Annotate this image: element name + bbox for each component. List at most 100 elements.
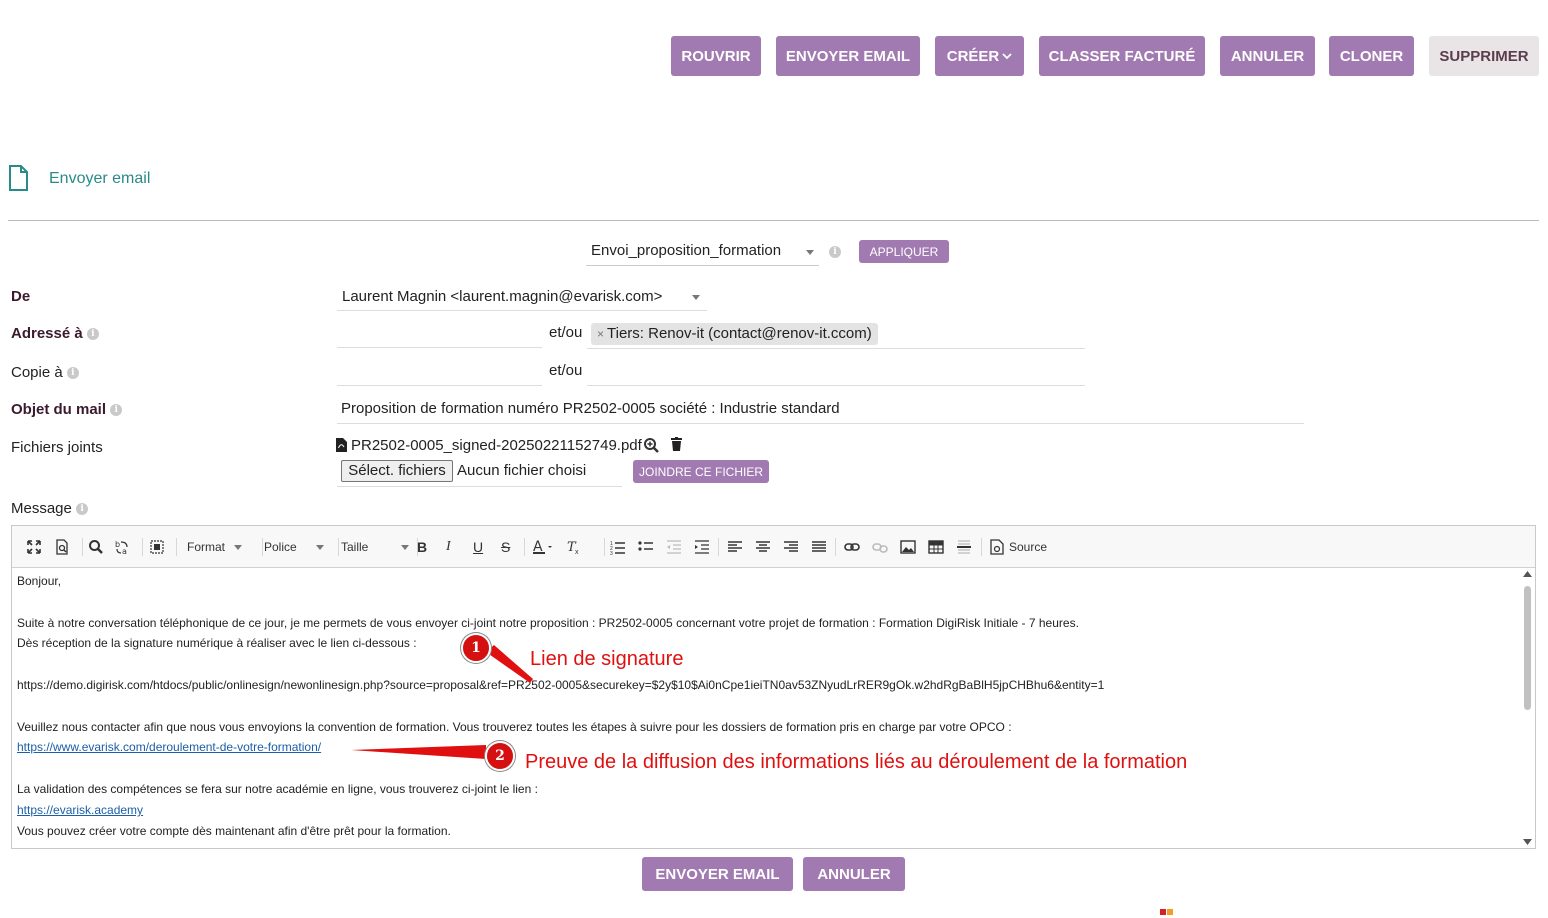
cancel-bottom-button[interactable]: ANNULER [803, 857, 905, 891]
find-icon[interactable] [88, 538, 104, 556]
dropdown-caret-icon [234, 544, 243, 550]
subject-input[interactable]: Proposition de formation numéro PR2502-0… [341, 400, 840, 417]
to-free-input[interactable] [337, 347, 542, 348]
subject-underline [337, 423, 1304, 424]
maximize-icon[interactable] [26, 538, 42, 556]
source-icon [990, 539, 1004, 555]
remove-format-icon[interactable]: Tx [566, 538, 582, 556]
to-label: Adressé à [11, 325, 83, 342]
toolbar-separator [176, 538, 177, 556]
recipient-tag[interactable]: × Tiers: Renov-it (contact@renov-it.ccom) [591, 323, 878, 345]
dropdown-caret-icon [806, 250, 814, 255]
message-line: Dès réception de la signature numérique … [17, 636, 417, 650]
select-all-icon[interactable] [149, 538, 165, 556]
toolbar-separator [262, 538, 263, 556]
files-label: Fichiers joints [11, 439, 103, 456]
cancel-top-button[interactable]: ANNULER [1220, 36, 1315, 76]
unlink-icon[interactable] [872, 538, 888, 556]
template-select[interactable]: Envoi_proposition_formation [586, 240, 819, 266]
strikethrough-icon[interactable]: S [501, 538, 510, 556]
classify-invoiced-button[interactable]: CLASSER FACTURÉ [1039, 36, 1205, 76]
create-dropdown-button[interactable]: CRÉER [935, 36, 1024, 76]
italic-icon[interactable]: I [446, 538, 451, 556]
svg-text:b: b [115, 540, 120, 549]
from-underline [337, 310, 707, 311]
message-line: Veuillez nous contacter afin que nous vo… [17, 720, 1012, 734]
delete-file-trash-icon[interactable] [671, 437, 682, 451]
justify-icon[interactable] [811, 538, 827, 556]
font-dropdown[interactable]: Police [264, 538, 324, 556]
svg-text:3: 3 [610, 551, 613, 555]
annotation-badge-1: 1 [461, 633, 491, 663]
indent-icon[interactable] [694, 538, 710, 556]
cc-and-or: et/ou [549, 362, 583, 379]
remove-tag-icon[interactable]: × [597, 327, 604, 341]
send-email-bottom-button[interactable]: ENVOYER EMAIL [642, 857, 793, 891]
page-title: Envoyer email [49, 170, 151, 187]
numbered-list-icon[interactable]: 123 [610, 538, 626, 556]
align-left-icon[interactable] [727, 538, 743, 556]
message-line: Vous pouvez créer votre compte dès maint… [17, 824, 451, 838]
table-icon[interactable] [928, 538, 944, 556]
to-tags-input[interactable] [587, 348, 1085, 349]
info-icon: i [829, 246, 841, 258]
format-dropdown[interactable]: Format [187, 538, 243, 556]
text-color-icon[interactable]: A [533, 538, 557, 556]
preview-icon[interactable] [54, 538, 70, 556]
cc-free-input[interactable] [337, 385, 542, 386]
format-label: Format [187, 540, 226, 554]
create-label: CRÉER [946, 47, 1000, 65]
annotation-label-2: Preuve de la diffusion des informations … [525, 751, 1188, 773]
toolbar-separator [604, 538, 605, 556]
chevron-down-icon [1002, 53, 1012, 60]
toolbar-separator [718, 538, 719, 556]
align-center-icon[interactable] [755, 538, 771, 556]
image-icon[interactable] [900, 538, 916, 556]
horizontal-rule-icon[interactable] [956, 538, 972, 556]
message-editor[interactable]: ba Format Police Taille B I U S A Tx 123 [11, 525, 1536, 849]
message-label: Message [11, 500, 72, 517]
cc-tags-input[interactable] [587, 385, 1085, 386]
scroll-down-icon[interactable] [1523, 838, 1532, 846]
attach-file-button[interactable]: JOINDRE CE FICHIER [633, 460, 769, 483]
info-icon: i [66, 367, 79, 380]
size-label: Taille [341, 540, 369, 554]
toolbar-separator [524, 538, 525, 556]
scroll-up-icon[interactable] [1523, 570, 1532, 578]
dropdown-caret-icon [401, 544, 410, 550]
clone-button[interactable]: CLONER [1329, 36, 1414, 76]
reopen-button[interactable]: ROUVRIR [671, 36, 761, 76]
logo-icon [1167, 909, 1173, 915]
apply-template-button[interactable]: APPLIQUER [859, 240, 949, 263]
editor-scrollbar[interactable] [1521, 570, 1533, 848]
info-icon: i [110, 404, 123, 417]
source-button[interactable]: Source [990, 538, 1047, 556]
align-right-icon[interactable] [783, 538, 799, 556]
select-files-button[interactable]: Sélect. fichiers [341, 460, 453, 482]
toolbar-separator [835, 538, 836, 556]
toolbar-separator [82, 538, 83, 556]
file-input-underline [337, 486, 622, 487]
signature-link-text: https://demo.digirisk.com/htdocs/public/… [17, 678, 1105, 692]
replace-icon[interactable]: ba [115, 538, 131, 556]
logo-icon [1160, 909, 1166, 915]
preview-zoom-icon[interactable] [643, 437, 660, 454]
bulleted-list-icon[interactable] [638, 538, 654, 556]
recipient-tag-label: Tiers: Renov-it (contact@renov-it.ccom) [607, 325, 872, 342]
info-icon: i [86, 328, 99, 341]
info-icon: i [76, 503, 89, 516]
size-dropdown[interactable]: Taille [341, 538, 410, 556]
academy-link[interactable]: https://evarisk.academy [17, 803, 143, 817]
send-email-button[interactable]: ENVOYER EMAIL [776, 36, 920, 76]
message-label-wrap: Message i [11, 500, 89, 517]
delete-button[interactable]: SUPPRIMER [1429, 36, 1539, 76]
bold-icon[interactable]: B [417, 538, 427, 556]
from-select[interactable]: Laurent Magnin <laurent.magnin@evarisk.c… [342, 288, 662, 305]
underline-icon[interactable]: U [473, 538, 483, 556]
outdent-icon[interactable] [666, 538, 682, 556]
link-icon[interactable] [844, 538, 860, 556]
no-file-text: Aucun fichier choisi [457, 462, 587, 479]
scrollbar-thumb[interactable] [1524, 586, 1531, 710]
training-procedure-link[interactable]: https://www.evarisk.com/deroulement-de-v… [17, 740, 321, 754]
svg-text:a: a [122, 547, 127, 555]
